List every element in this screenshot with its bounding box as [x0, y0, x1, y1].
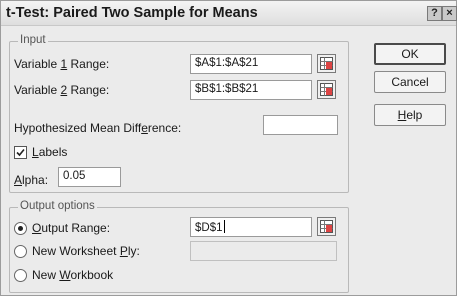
variable2-label: Variable 2 Range:: [14, 83, 110, 97]
help-button[interactable]: Help: [374, 104, 446, 126]
close-icon[interactable]: ×: [442, 6, 457, 21]
new-workbook-label[interactable]: New Workbook: [32, 268, 113, 282]
range-select-icon: [320, 83, 333, 96]
output-range-radio[interactable]: [14, 222, 27, 235]
hyp-mean-diff-input[interactable]: [263, 115, 338, 135]
hyp-mean-diff-label: Hypothesized Mean Difference:: [14, 121, 182, 135]
variable2-ref-button[interactable]: [317, 80, 336, 99]
ok-button[interactable]: OK: [374, 43, 446, 65]
new-workbook-radio[interactable]: [14, 269, 27, 282]
variable1-ref-button[interactable]: [317, 54, 336, 73]
new-worksheet-ply-input[interactable]: [190, 241, 337, 261]
cancel-button[interactable]: Cancel: [374, 71, 446, 93]
labels-checkbox-label[interactable]: Labels: [32, 145, 67, 159]
labels-checkbox[interactable]: [14, 146, 27, 159]
new-worksheet-ply-label[interactable]: New Worksheet Ply:: [32, 244, 140, 258]
ttest-dialog: t-Test: Paired Two Sample for Means ? × …: [0, 0, 457, 296]
output-range-label[interactable]: Output Range:: [32, 221, 110, 235]
input-group-legend: Input: [18, 34, 48, 46]
new-worksheet-ply-radio[interactable]: [14, 245, 27, 258]
title-bar: t-Test: Paired Two Sample for Means ? ×: [1, 1, 457, 26]
variable1-range-input[interactable]: $A$1:$A$21: [190, 54, 312, 74]
output-range-input[interactable]: $D$1: [190, 217, 312, 237]
checkmark-icon: [16, 148, 25, 157]
output-group-legend: Output options: [18, 200, 97, 212]
alpha-input[interactable]: 0.05: [58, 167, 121, 187]
range-select-icon: [320, 57, 333, 70]
variable1-label: Variable 1 Range:: [14, 57, 110, 71]
variable2-range-input[interactable]: $B$1:$B$21: [190, 80, 312, 100]
dialog-title: t-Test: Paired Two Sample for Means: [6, 5, 258, 21]
help-icon[interactable]: ?: [427, 6, 442, 21]
range-select-icon: [320, 220, 333, 233]
alpha-label: Alpha:: [14, 173, 49, 187]
output-range-ref-button[interactable]: [317, 217, 336, 236]
